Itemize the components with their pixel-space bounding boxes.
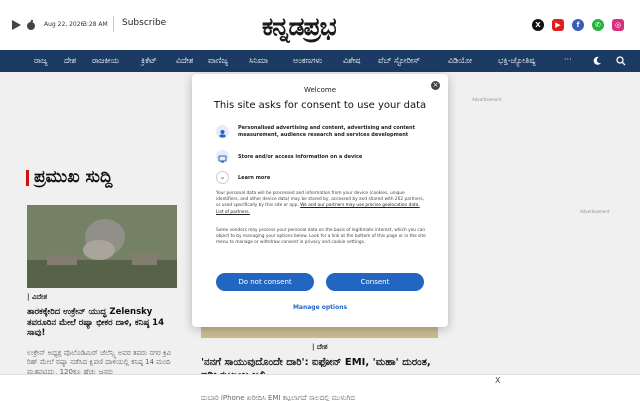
- youtube-icon[interactable]: ▶: [552, 19, 564, 31]
- play-store-icon[interactable]: [10, 19, 22, 31]
- nav-item-special[interactable]: ವಿಶೇಷ: [343, 56, 361, 66]
- main-nav: ರಾಜ್ಯ ದೇಶ ರಾಜಕೀಯ ಕ್ರಿಕೆಟ್ ವಿದೇಶ ವಾಣಿಜ್ಯ …: [0, 50, 640, 72]
- nav-item-cricket[interactable]: ಕ್ರಿಕೆಟ್: [141, 56, 157, 66]
- site-logo[interactable]: ಕನ್ನಡಪ್ರಭ: [262, 8, 380, 44]
- device-icon: [216, 150, 229, 163]
- consent-title: This site asks for consent to use your d…: [213, 100, 427, 111]
- header-divider: [113, 16, 114, 32]
- consent-paragraph-2: Some vendors may process your personal d…: [216, 228, 426, 246]
- site-header: Aug 22, 2026 3:28 AM Subscribe ಕನ್ನಡಪ್ರಭ…: [0, 0, 640, 50]
- apple-icon[interactable]: [25, 19, 37, 31]
- nav-item-columns[interactable]: ಅಂಕಣಗಳು: [293, 56, 322, 66]
- consent-button[interactable]: Consent: [326, 273, 424, 291]
- consent-paragraph-1: Your personal data will be processed and…: [216, 191, 428, 216]
- search-icon[interactable]: [616, 56, 626, 66]
- person-icon: [216, 125, 229, 138]
- more-menu-button[interactable]: ···: [564, 55, 572, 64]
- nav-item-web-stories[interactable]: ವೆಬ್ ಸ್ಟೋರೀಸ್: [378, 56, 420, 66]
- bottom-ad-strip: ದುಬಾರಿ iPhone ಖರೀದಿಸಿ EMI ಕಟ್ಟಲಾಗದೆ ಸಾಲದ…: [0, 374, 640, 401]
- manage-options-link[interactable]: Manage options: [192, 304, 448, 311]
- logo-text: ಕನ್ನಡಪ್ರಭ: [262, 12, 337, 41]
- header-date: Aug 22, 2026: [44, 21, 85, 28]
- x-icon[interactable]: X: [532, 19, 544, 31]
- consent-welcome: Welcome: [303, 86, 337, 94]
- nav-item-world[interactable]: ವಿದೇಶ: [176, 56, 193, 66]
- nav-item-state[interactable]: ರಾಜ್ಯ: [34, 56, 48, 66]
- do-not-consent-button[interactable]: Do not consent: [216, 273, 314, 291]
- facebook-icon[interactable]: f: [572, 19, 584, 31]
- nav-item-politics[interactable]: ರಾಜಕೀಯ: [92, 56, 119, 66]
- bottom-ad-close-button[interactable]: X: [495, 376, 500, 385]
- moon-icon[interactable]: [592, 56, 602, 66]
- subscribe-link[interactable]: Subscribe: [122, 18, 166, 28]
- nav-item-video[interactable]: ವಿಡಿಯೋ: [448, 56, 472, 66]
- chevron-down-icon[interactable]: ⌄: [216, 171, 229, 184]
- nav-item-nation[interactable]: ದೇಶ: [64, 56, 76, 66]
- nav-item-cinema[interactable]: ಸಿನಿಮಾ: [249, 56, 268, 66]
- consent-purpose-personalised: Personalised advertising and content, ad…: [238, 125, 415, 138]
- whatsapp-icon[interactable]: ✆: [592, 19, 604, 31]
- header-time: 3:28 AM: [83, 21, 108, 28]
- instagram-icon[interactable]: ◎: [612, 19, 624, 31]
- nav-item-business[interactable]: ವಾಣಿಜ್ಯ: [208, 56, 228, 66]
- nav-item-devotional[interactable]: ಭಕ್ತಿ-ಜ್ಯೋತಿಷ್ಯ: [498, 56, 536, 66]
- consent-dialog: × Welcome This site asks for consent to …: [192, 74, 448, 327]
- consent-purpose-device: Store and/or access information on a dev…: [238, 154, 363, 160]
- learn-more-link[interactable]: Learn more: [238, 175, 270, 181]
